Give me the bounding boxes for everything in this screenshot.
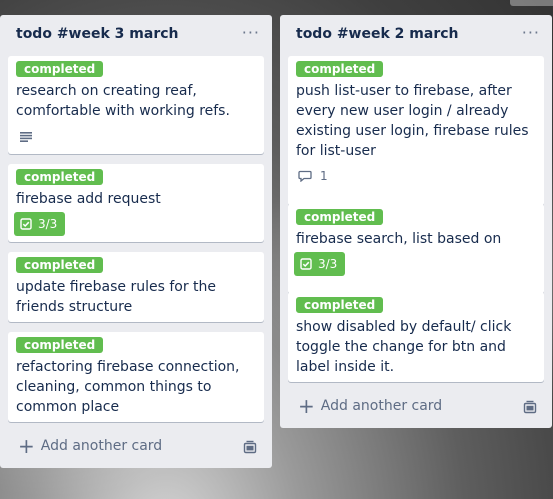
comment-icon (298, 170, 312, 182)
checklist-badge: 3/3 (14, 212, 66, 236)
card-title: push list-user to firebase, after every … (296, 83, 529, 159)
checklist-badge: 3/3 (294, 252, 346, 276)
label-completed: completed (16, 169, 104, 185)
list-header[interactable]: todo #week 2 march ··· (280, 15, 552, 53)
card-title: update firebase rules for the friends st… (16, 279, 217, 315)
comment-count: 1 (320, 169, 328, 183)
checklist-count: 3/3 (318, 257, 338, 271)
label-completed: completed (16, 61, 104, 77)
list-card[interactable]: completed firebase search, list based on… (288, 204, 544, 294)
list-card[interactable]: completed update firebase rules for the … (8, 252, 264, 322)
description-icon (20, 132, 32, 142)
add-another-card-button[interactable]: + Add another card (288, 392, 442, 420)
list-card[interactable]: completed firebase add request 3/3 (8, 164, 264, 242)
label-completed: completed (296, 209, 384, 225)
list-todo-week-3-march: todo #week 3 march ··· completed researc… (0, 15, 272, 468)
card-title: firebase add request (16, 191, 161, 207)
label-completed: completed (296, 61, 384, 77)
list-title[interactable]: todo #week 2 march (296, 26, 458, 42)
card-template-icon[interactable] (523, 400, 537, 414)
card-template-icon[interactable] (243, 440, 257, 454)
ellipsis-icon[interactable]: ··· (522, 23, 540, 42)
label-completed: completed (16, 337, 104, 353)
list-card[interactable]: completed push list-user to firebase, af… (288, 56, 544, 206)
list-title[interactable]: todo #week 3 march (16, 26, 178, 42)
board-header-button[interactable] (510, 0, 553, 6)
checklist-icon (20, 218, 32, 230)
add-card-label: Add another card (40, 438, 163, 454)
ellipsis-icon[interactable]: ··· (242, 23, 260, 42)
label-completed: completed (16, 257, 104, 273)
card-title: refactoring firebase connection, cleanin… (16, 359, 240, 415)
list-card[interactable]: completed research on creating reaf, com… (8, 56, 264, 154)
plus-icon: + (18, 434, 35, 458)
list-todo-week-2-march: todo #week 2 march ··· completed push li… (280, 15, 552, 428)
card-title: show disabled by default/ click toggle t… (296, 319, 512, 375)
list-card[interactable]: completed show disabled by default/ clic… (288, 292, 544, 382)
list-card[interactable]: completed refactoring firebase connectio… (8, 332, 264, 422)
label-completed: completed (296, 297, 384, 313)
plus-icon: + (298, 394, 315, 418)
list-header[interactable]: todo #week 3 march ··· (0, 15, 272, 53)
add-card-label: Add another card (320, 398, 443, 414)
checklist-count: 3/3 (38, 217, 58, 231)
checklist-icon (300, 258, 312, 270)
comments-badge: 1 (298, 166, 328, 186)
card-title: research on creating reaf, comfortable w… (16, 83, 230, 119)
add-another-card-button[interactable]: + Add another card (8, 432, 162, 460)
